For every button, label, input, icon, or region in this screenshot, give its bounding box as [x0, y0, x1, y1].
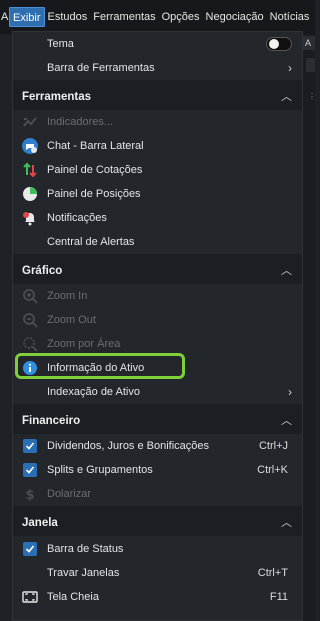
checkmark-icon — [23, 542, 37, 556]
checkmark-icon — [23, 439, 37, 453]
pie-chart-icon — [21, 185, 39, 203]
menu-item-notificacoes[interactable]: Notificações — [13, 206, 302, 230]
checkbox[interactable] — [21, 437, 39, 455]
menu-item-tela-cheia[interactable]: Tela Cheia F11 — [13, 585, 302, 609]
menu-item-barra-ferramentas[interactable]: Barra de Ferramentas › — [13, 56, 302, 80]
chevron-up-icon: ︿ — [281, 265, 292, 277]
menu-item-label: Painel de Posições — [47, 188, 141, 200]
shortcut-label: Ctrl+J — [258, 440, 288, 452]
menu-item-travar-janelas[interactable]: Travar Janelas Ctrl+T — [13, 561, 302, 585]
menu-item-painel-cotacoes[interactable]: Painel de Cotações — [13, 158, 302, 182]
menubar-item-negociacao[interactable]: Negociação — [203, 7, 267, 27]
menu-item-barra-status[interactable]: Barra de Status — [13, 537, 302, 561]
menubar-item-edge[interactable]: A — [0, 7, 9, 27]
chevron-up-icon: ︿ — [281, 91, 292, 103]
section-header-ferramentas[interactable]: Ferramentas ︿ — [13, 84, 302, 110]
menu-item-indicadores[interactable]: Indicadores... — [13, 110, 302, 134]
menu-item-label: Indexação de Ativo — [47, 386, 140, 398]
background-dots-icon: ⋮ — [308, 92, 316, 101]
menu-item-label: Chat - Barra Lateral — [47, 140, 144, 152]
background-app-strip: A ⋮ — [303, 34, 316, 621]
menubar-item-exibir[interactable]: Exibir — [9, 7, 45, 27]
menu-item-label: Barra de Status — [47, 543, 124, 555]
menu-item-central-alertas[interactable]: Central de Alertas — [13, 230, 302, 254]
fullscreen-icon — [21, 588, 39, 606]
shortcut-label: Ctrl+T — [257, 567, 288, 579]
menu-item-label: Splits e Grupamentos — [47, 464, 153, 476]
chat-icon — [21, 137, 39, 155]
menu-item-label: Zoom Out — [47, 314, 96, 326]
section-title: Ferramentas — [22, 91, 92, 103]
menu-item-label: Dolarizar — [47, 488, 92, 500]
menu-item-zoom-in[interactable]: Zoom In — [13, 284, 302, 308]
menu-item-dividendos[interactable]: Dividendos, Juros e Bonificações Ctrl+J — [13, 434, 302, 458]
menu-item-tema[interactable]: Tema — [13, 32, 302, 56]
section-header-janela[interactable]: Janela ︿ — [13, 510, 302, 536]
menu-item-label: Indicadores... — [47, 116, 114, 128]
shortcut-label: Ctrl+K — [257, 464, 288, 476]
checkbox[interactable] — [21, 540, 39, 558]
chevron-right-icon: › — [288, 61, 292, 75]
menu-item-chat[interactable]: Chat - Barra Lateral — [13, 134, 302, 158]
section-header-grafico[interactable]: Gráfico ︿ — [13, 258, 302, 284]
menu-item-label: Notificações — [47, 212, 107, 224]
zoom-in-icon — [21, 287, 39, 305]
dollar-icon: $ — [21, 485, 39, 503]
menu-item-splits[interactable]: Splits e Grupamentos Ctrl+K — [13, 458, 302, 482]
menubar-item-estudos[interactable]: Estudos — [45, 7, 91, 27]
menu-item-label: Tema — [47, 38, 74, 50]
background-tab: A — [303, 36, 315, 50]
svg-text:$: $ — [25, 488, 34, 502]
section-title: Gráfico — [22, 265, 63, 277]
menu-item-indexacao-ativo[interactable]: Indexação de Ativo › — [13, 380, 302, 404]
checkbox[interactable] — [21, 461, 39, 479]
menu-item-label: Barra de Ferramentas — [47, 62, 155, 74]
menu-item-label: Travar Janelas — [47, 567, 120, 579]
menu-item-painel-posicoes[interactable]: Painel de Posições — [13, 182, 302, 206]
bell-icon — [21, 209, 39, 227]
background-left-strip — [0, 34, 12, 621]
chevron-up-icon: ︿ — [281, 517, 292, 529]
theme-toggle[interactable] — [266, 37, 292, 51]
zoom-out-icon — [21, 311, 39, 329]
menubar-item-ferramentas[interactable]: Ferramentas — [90, 7, 158, 27]
section-title: Janela — [22, 517, 58, 529]
menu-item-label: Painel de Cotações — [47, 164, 143, 176]
section-title: Financeiro — [22, 415, 81, 427]
highlight-outline — [15, 353, 185, 379]
menu-item-label: Tela Cheia — [47, 591, 99, 603]
checkmark-icon — [23, 463, 37, 477]
menu-bar: A Exibir Estudos Ferramentas Opções Nego… — [0, 0, 315, 34]
menubar-item-opcoes[interactable]: Opções — [159, 7, 203, 27]
chevron-up-icon: ︿ — [281, 415, 292, 427]
section-header-financeiro[interactable]: Financeiro ︿ — [13, 408, 302, 434]
menu-item-label: Dividendos, Juros e Bonificações — [47, 440, 210, 452]
indicator-icon — [21, 113, 39, 131]
toggle-knob-icon — [269, 39, 279, 49]
menu-item-label: Central de Alertas — [47, 236, 135, 248]
quotes-arrows-icon — [21, 161, 39, 179]
chevron-right-icon: › — [288, 385, 292, 399]
menu-item-zoom-out[interactable]: Zoom Out — [13, 308, 302, 332]
menu-item-dolarizar[interactable]: $ Dolarizar — [13, 482, 302, 506]
menubar-item-noticias[interactable]: Notícias — [267, 7, 313, 27]
exibir-dropdown-menu: Tema Barra de Ferramentas › Ferramentas … — [12, 31, 303, 621]
background-button — [306, 58, 315, 72]
menu-item-label: Zoom In — [47, 290, 88, 302]
zoom-area-icon — [21, 335, 39, 353]
shortcut-label: F11 — [269, 591, 288, 603]
